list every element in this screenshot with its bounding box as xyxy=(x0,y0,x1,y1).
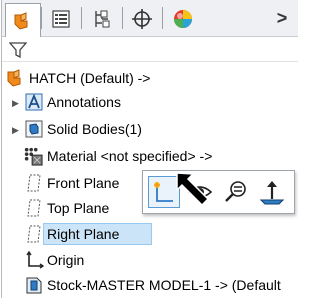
tree-item-label: Front Plane xyxy=(47,175,120,191)
zoom-to-selection-icon xyxy=(225,181,246,202)
plane-icon xyxy=(24,224,44,244)
tree-item-right-plane[interactable]: Right Plane xyxy=(2,222,298,246)
filter-row xyxy=(2,38,298,62)
normal-to-button[interactable] xyxy=(256,176,288,208)
configurationmanager-icon xyxy=(95,10,110,27)
featuremanager-panel: > HATCH (Default) -> ▶ Annotations ▶ Sol… xyxy=(1,0,298,298)
tree-item-label: Origin xyxy=(47,252,85,268)
tree-item-label: Material <not specified> -> xyxy=(47,148,213,164)
tree-item-label: Top Plane xyxy=(47,200,110,216)
propertymanager-tab[interactable] xyxy=(43,3,79,34)
manager-tab-bar: > xyxy=(2,0,298,37)
configurationmanager-tab[interactable] xyxy=(84,3,120,34)
tree-root-label: HATCH (Default) -> xyxy=(29,70,151,86)
tree-item-label: Solid Bodies(1) xyxy=(47,121,142,137)
plane-icon xyxy=(24,198,44,218)
plane-icon xyxy=(24,173,44,193)
material-icon xyxy=(23,146,43,166)
dimxpert-icon xyxy=(132,8,152,29)
part-icon xyxy=(6,68,26,88)
tree-item-derived-part[interactable]: Stock-MASTER MODEL-1 -> (Default xyxy=(2,273,298,297)
annotations-icon xyxy=(24,92,44,112)
propertymanager-icon xyxy=(52,9,70,28)
featuremanager-icon xyxy=(14,11,28,30)
normal-to-icon xyxy=(259,181,285,205)
tree-root[interactable]: HATCH (Default) -> xyxy=(2,66,298,90)
filter-icon[interactable] xyxy=(9,42,27,58)
displaymanager-icon xyxy=(174,9,192,28)
origin-icon xyxy=(24,250,44,270)
mouse-cursor-icon xyxy=(176,172,210,207)
featuremanager-tab[interactable] xyxy=(5,3,41,37)
tree-item-label: Annotations xyxy=(47,94,121,110)
tree-item-material[interactable]: Material <not specified> -> xyxy=(2,144,298,168)
zoom-to-selection-button[interactable] xyxy=(220,176,252,208)
solid-bodies-icon xyxy=(24,119,44,139)
tree-item-label: Stock-MASTER MODEL-1 -> (Default xyxy=(47,277,281,293)
displaymanager-tab[interactable] xyxy=(165,3,201,34)
tree-item-origin[interactable]: Origin xyxy=(2,248,298,272)
tree-item-solid-bodies[interactable]: ▶ Solid Bodies(1) xyxy=(2,117,298,141)
tab-overflow-button[interactable]: > xyxy=(272,7,292,29)
dimxpertmanager-tab[interactable] xyxy=(124,3,160,34)
derived-part-icon xyxy=(24,275,44,295)
expand-arrow-icon[interactable]: ▶ xyxy=(12,125,22,135)
tree-item-label: Right Plane xyxy=(47,226,120,242)
expand-arrow-icon[interactable]: ▶ xyxy=(12,98,22,108)
tree-item-annotations[interactable]: ▶ Annotations xyxy=(2,90,298,114)
